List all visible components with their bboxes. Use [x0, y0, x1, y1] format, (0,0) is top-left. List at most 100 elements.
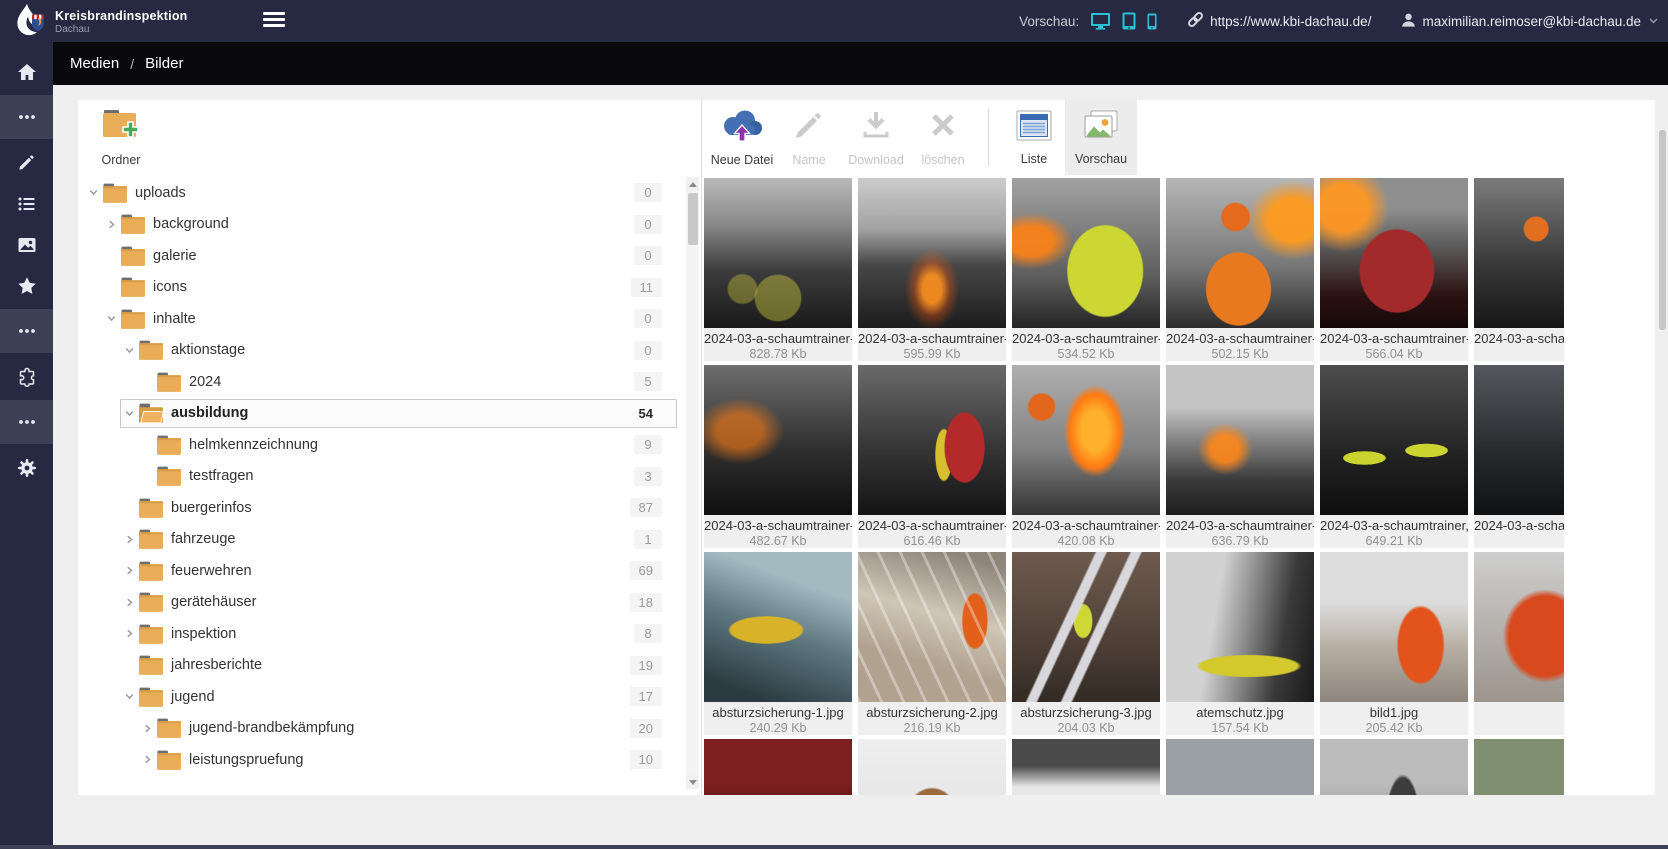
file-tile-2024-03-a-schaumtrainer-[interactable]: 2024-03-a-schaumtrainer- 482.67 Kb	[704, 365, 852, 552]
tree-item-testfragen[interactable]: testfragen 3	[78, 461, 685, 493]
image-thumbnail[interactable]	[1166, 365, 1314, 515]
user-menu[interactable]: maximilian.reimoser@kbi-dachau.de	[1401, 12, 1658, 31]
image-thumbnail[interactable]	[1320, 365, 1468, 515]
breadcrumb-bilder[interactable]: Bilder	[145, 55, 183, 72]
sidebar-item-lists[interactable]	[0, 183, 53, 224]
tree-item-background[interactable]: background 0	[78, 209, 685, 241]
rename-button[interactable]: Name	[778, 100, 840, 175]
breadcrumb-medien[interactable]: Medien	[70, 55, 119, 72]
image-thumbnail[interactable]	[1474, 178, 1564, 328]
tree-item-uploads[interactable]: uploads 0	[78, 177, 685, 209]
tree-item-gerätehäuser[interactable]: gerätehäuser 18	[78, 587, 685, 619]
file-tile[interactable]	[1474, 552, 1564, 739]
new-folder-button[interactable]: Ordner	[88, 100, 154, 175]
file-tile-atemschutz.jpg[interactable]: atemschutz.jpg 157.54 Kb	[1166, 552, 1314, 739]
image-thumbnail[interactable]	[858, 178, 1006, 328]
sidebar-item-more-1[interactable]	[0, 95, 53, 139]
phone-preview-icon[interactable]	[1147, 13, 1157, 30]
chevron-right-icon[interactable]	[121, 534, 137, 545]
tree-scrollbar[interactable]	[686, 177, 699, 789]
desktop-preview-icon[interactable]	[1090, 12, 1111, 30]
image-thumbnail[interactable]	[1012, 552, 1160, 702]
tree-item-inspektion[interactable]: inspektion 8	[78, 618, 685, 650]
app-logo[interactable]: Kreisbrandinspektion Dachau	[13, 2, 188, 39]
image-thumbnail[interactable]	[704, 178, 852, 328]
sidebar-item-edit[interactable]	[0, 142, 53, 183]
tree-item-fahrzeuge[interactable]: fahrzeuge 1	[78, 524, 685, 556]
sidebar-item-settings[interactable]	[0, 447, 53, 488]
chevron-right-icon[interactable]	[139, 723, 155, 734]
file-tile[interactable]	[704, 739, 852, 795]
chevron-right-icon[interactable]	[121, 597, 137, 608]
chevron-right-icon[interactable]	[121, 628, 137, 639]
chevron-down-icon[interactable]	[103, 313, 119, 324]
preview-view-button[interactable]: Vorschau	[1065, 100, 1137, 175]
chevron-right-icon[interactable]	[139, 754, 155, 765]
tree-item-feuerwehren[interactable]: feuerwehren 69	[78, 555, 685, 587]
tree-item-leistungspruefung[interactable]: leistungspruefung 10	[78, 744, 685, 776]
file-tile[interactable]	[1320, 739, 1468, 795]
file-tile-2024-03-a-schaumtrainer-[interactable]: 2024-03-a-schaumtrainer- 502.15 Kb	[1166, 178, 1314, 365]
file-tile-2024-03-a-schaumtrainer-[interactable]: 2024-03-a-schaumtrainer- 566.04 Kb	[1320, 178, 1468, 365]
file-tile-2024-03-a-schaumtrainer,[interactable]: 2024-03-a-schaumtrainer, 649.21 Kb	[1320, 365, 1468, 552]
sidebar-item-extensions[interactable]	[0, 356, 53, 397]
image-thumbnail[interactable]	[1012, 365, 1160, 515]
chevron-down-icon[interactable]	[121, 345, 137, 356]
file-tile[interactable]	[1012, 739, 1160, 795]
image-thumbnail[interactable]	[858, 739, 1006, 795]
image-thumbnail[interactable]	[1320, 739, 1468, 795]
image-thumbnail[interactable]	[1474, 552, 1564, 702]
file-tile-absturzsicherung-2.jpg[interactable]: absturzsicherung-2.jpg 216.19 Kb	[858, 552, 1006, 739]
chevron-down-icon[interactable]	[121, 691, 137, 702]
file-tile-2024-03-a-schaumtrainer-[interactable]: 2024-03-a-schaumtrainer- 636.79 Kb	[1166, 365, 1314, 552]
chevron-down-icon[interactable]	[85, 187, 101, 198]
new-file-button[interactable]: Neue Datei	[706, 100, 778, 175]
tree-item-jahresberichte[interactable]: jahresberichte 19	[78, 650, 685, 682]
image-thumbnail[interactable]	[704, 739, 852, 795]
image-thumbnail[interactable]	[858, 365, 1006, 515]
image-thumbnail[interactable]	[1166, 552, 1314, 702]
sidebar-item-favorites[interactable]	[0, 265, 53, 306]
image-thumbnail[interactable]	[1474, 365, 1564, 515]
file-tile-2024-03-a-schaumtrainer-[interactable]: 2024-03-a-schaumtrainer- 534.52 Kb	[1012, 178, 1160, 365]
file-tile-absturzsicherung-1.jpg[interactable]: absturzsicherung-1.jpg 240.29 Kb	[704, 552, 852, 739]
file-tile-2024-03-a-schaumtrainer-[interactable]: 2024-03-a-schaumtrainer- 595.99 Kb	[858, 178, 1006, 365]
page-scrollbar-thumb[interactable]	[1659, 130, 1666, 330]
tree-item-helmkennzeichnung[interactable]: helmkennzeichnung 9	[78, 429, 685, 461]
image-thumbnail[interactable]	[704, 365, 852, 515]
file-tile-bild1.jpg[interactable]: bild1.jpg 205.42 Kb	[1320, 552, 1468, 739]
scroll-down-arrow[interactable]	[686, 775, 699, 789]
tree-item-icons[interactable]: icons 11	[78, 272, 685, 304]
image-thumbnail[interactable]	[1320, 552, 1468, 702]
file-tile-2024-03-a-schaumtrainer-[interactable]: 2024-03-a-schaumtrainer- 420.08 Kb	[1012, 365, 1160, 552]
file-tile[interactable]	[1166, 739, 1314, 795]
image-thumbnail[interactable]	[1474, 739, 1564, 795]
tree-item-jugend[interactable]: jugend 17	[78, 681, 685, 713]
list-view-button[interactable]: Liste	[1003, 100, 1065, 175]
image-thumbnail[interactable]	[858, 552, 1006, 702]
image-thumbnail[interactable]	[1320, 178, 1468, 328]
chevron-right-icon[interactable]	[103, 219, 119, 230]
sidebar-item-media[interactable]	[0, 224, 53, 265]
page-scrollbar[interactable]	[1659, 85, 1667, 849]
scroll-up-arrow[interactable]	[686, 177, 699, 191]
tree-item-galerie[interactable]: galerie 0	[78, 240, 685, 272]
file-tile[interactable]	[1474, 739, 1564, 795]
tablet-preview-icon[interactable]	[1122, 12, 1136, 30]
menu-toggle-button[interactable]	[263, 12, 285, 30]
chevron-right-icon[interactable]	[121, 565, 137, 576]
file-tile[interactable]	[858, 739, 1006, 795]
tree-item-ausbildung[interactable]: ausbildung 54	[78, 398, 685, 430]
download-button[interactable]: Download	[840, 100, 912, 175]
file-tile-2024-03-a-schaumtrainer,[interactable]: 2024-03-a-schaumtrainer,	[1474, 365, 1564, 552]
tree-item-aktionstage[interactable]: aktionstage 0	[78, 335, 685, 367]
file-tile-2024-03-a-schaumtrainer-[interactable]: 2024-03-a-schaumtrainer-	[1474, 178, 1564, 365]
delete-button[interactable]: löschen	[912, 100, 974, 175]
file-tile-2024-03-a-schaumtrainer-[interactable]: 2024-03-a-schaumtrainer- 828.78 Kb	[704, 178, 852, 365]
scrollbar-thumb[interactable]	[687, 193, 698, 245]
tree-item-buergerinfos[interactable]: buergerinfos 87	[78, 492, 685, 524]
file-tile-2024-03-a-schaumtrainer-[interactable]: 2024-03-a-schaumtrainer- 616.46 Kb	[858, 365, 1006, 552]
sidebar-item-more-3[interactable]	[0, 400, 53, 444]
tree-item-jugend-brandbekämpfung[interactable]: jugend-brandbekämpfung 20	[78, 713, 685, 745]
sidebar-item-home[interactable]	[0, 51, 53, 92]
